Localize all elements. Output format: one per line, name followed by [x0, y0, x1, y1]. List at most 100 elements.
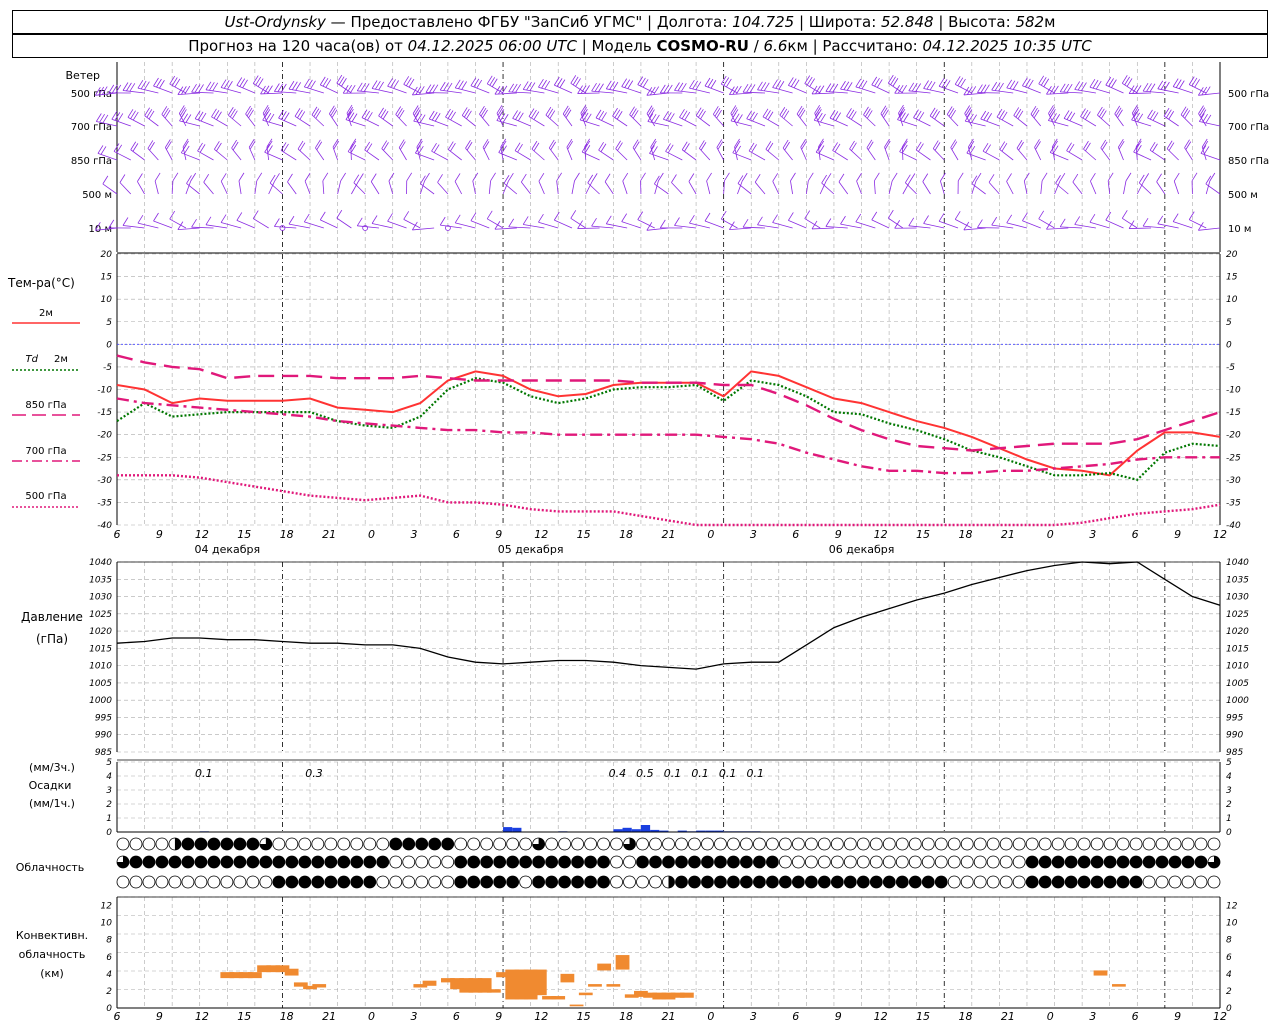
temp-ytick-right: 15: [1226, 273, 1238, 283]
wind-barb-shaft: [587, 182, 600, 195]
hour-label-bottom: 0: [368, 1010, 375, 1023]
cloud-cover-circle: [934, 855, 948, 869]
hour-label-bottom: 15: [916, 1010, 930, 1023]
wind-barb-flag: [574, 172, 580, 182]
wind-barb-shaft: [788, 85, 807, 94]
wind-barb-shaft: [361, 117, 380, 127]
prec-ytick-right: 0: [1226, 828, 1232, 838]
cloud-cover-circle: [1116, 875, 1130, 889]
cloud-cover-circle: [1129, 855, 1143, 869]
pres-ytick-right: 1030: [1226, 593, 1249, 603]
wind-barb-flag: [591, 173, 598, 182]
wind-barb-shaft: [1156, 181, 1166, 195]
wind-barb-flag: [102, 175, 109, 185]
wind-barb-shaft: [508, 91, 531, 94]
wind-barb-flag: [556, 172, 563, 182]
wind-barb-shaft: [353, 182, 366, 195]
wind-barb-shaft: [1198, 92, 1221, 96]
wind-barb-shaft: [1131, 119, 1152, 127]
hour-label: 21: [662, 528, 676, 541]
pres-ytick-right: 1040: [1226, 558, 1249, 568]
cloud-cover-circle: [532, 855, 546, 869]
wind-barb-shaft: [420, 183, 435, 195]
cloud-cover-circle: [467, 855, 481, 869]
wind-barb-flag: [1033, 109, 1040, 119]
wind-barb-shaft: [412, 92, 435, 96]
cloud-cover-circle: [1025, 855, 1039, 869]
pres-ytick: 1010: [89, 662, 112, 672]
cloud-cover-circle: [688, 875, 701, 889]
convective-bar: [247, 972, 262, 979]
hour-label: 9: [1174, 528, 1181, 541]
cloud-cover-circle: [986, 855, 1000, 869]
wind-barb-shaft: [503, 182, 518, 195]
wind-barb-shaft: [595, 117, 614, 127]
wind-barb-flag: [381, 140, 388, 149]
cloud-cover-circle: [1103, 855, 1117, 869]
hour-label-bottom: 9: [156, 1010, 163, 1023]
wind-barb-flag: [1168, 142, 1175, 151]
temp-ytick-right: -5: [1226, 363, 1235, 373]
hour-label-bottom: 18: [619, 1010, 633, 1023]
wind-barb-shaft: [238, 180, 242, 195]
cloud-cover-circle: [480, 855, 494, 869]
cloud-cover-circle: [688, 855, 701, 869]
wind-barb-shaft: [621, 221, 642, 229]
wind-barb-flag: [871, 211, 878, 221]
cloud-cover-circle: [1051, 837, 1065, 851]
cloud-cover-circle: [675, 855, 688, 869]
cloud-cover-circle: [649, 875, 662, 889]
hour-label-bottom: 6: [114, 1010, 121, 1023]
precip-amount-label: 0.1: [195, 767, 213, 780]
cloud-cover-circle: [1129, 837, 1143, 851]
wind-barb-flag: [720, 210, 727, 220]
cloud-cover-circle: [207, 875, 221, 889]
prec-unit-1h: (мм/1ч.): [29, 797, 75, 810]
wind-barb-flag: [951, 141, 958, 150]
hour-label-bottom: 3: [410, 1010, 417, 1023]
wind-barb-flag: [688, 173, 695, 182]
cloud-cover-circle: [233, 875, 247, 889]
cloud-cover-circle: [376, 875, 390, 889]
wind-barb-shaft: [729, 227, 752, 231]
wind-barb-shaft: [1090, 181, 1097, 195]
hour-label-bottom: 21: [662, 1010, 676, 1023]
wind-barb-flag: [591, 217, 597, 227]
cloud-cover-circle: [298, 875, 312, 889]
wind-barb-flag: [1125, 172, 1132, 182]
wind-barb-flag: [880, 105, 887, 114]
cloud-cover-circle: [402, 875, 416, 889]
wind-barb-flag: [863, 106, 869, 116]
wind-barb-flag: [716, 109, 722, 119]
cloud-cover-circle: [727, 855, 740, 869]
wind-barb-flag: [799, 109, 806, 119]
hour-label: 0: [707, 528, 714, 541]
cloud-cover-fill: [174, 838, 181, 850]
pres-ytick: 990: [95, 731, 112, 741]
wind-barb-shaft: [470, 85, 490, 94]
cloud-cover-circle: [506, 875, 520, 889]
cloud-cover-circle: [740, 855, 753, 869]
cloud-cover-circle: [142, 855, 156, 869]
prec-ytick-right: 5: [1226, 758, 1232, 768]
conv-ytick: 10: [101, 919, 113, 929]
cloud-cover-circle: [272, 837, 286, 851]
temp-ytick: 15: [101, 273, 113, 283]
temp-ytick: -10: [97, 386, 112, 396]
wind-barb-flag: [165, 139, 171, 148]
wind-barb-flag: [975, 172, 982, 182]
wind-barb-flag: [454, 173, 461, 182]
cloud-cover-circle: [1181, 875, 1195, 889]
cloud-cover-circle: [753, 875, 766, 889]
cloud-cover-circle: [1168, 855, 1182, 869]
hour-label: 15: [577, 528, 591, 541]
wind-barb-shaft: [336, 217, 352, 229]
wind-barb-flag: [737, 175, 744, 184]
wind-barb-shaft: [963, 227, 986, 231]
cloud-cover-circle: [766, 875, 779, 889]
cloud-cover-circle: [480, 875, 494, 889]
wind-barb-shaft: [1072, 181, 1083, 195]
temp-ytick-right: -25: [1226, 453, 1241, 463]
cloud-cover-circle: [1155, 837, 1169, 851]
wind-barb-flag: [1006, 214, 1013, 224]
